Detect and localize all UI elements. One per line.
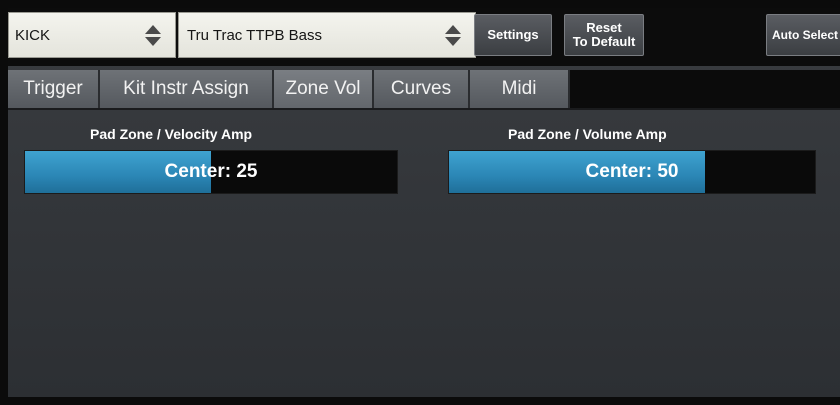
reset-to-default-button[interactable]: Reset To Default	[564, 14, 644, 56]
tab-midi-label: Midi	[501, 78, 537, 99]
settings-button[interactable]: Settings	[474, 14, 552, 56]
tab-trigger[interactable]: Trigger	[8, 70, 100, 108]
tab-bar-empty	[570, 70, 840, 108]
tab-divider	[8, 108, 840, 110]
reset-button-label-line1: Reset	[586, 20, 622, 35]
tab-curves[interactable]: Curves	[374, 70, 470, 108]
tab-kit-instr-assign[interactable]: Kit Instr Assign	[100, 70, 274, 108]
velocity-amp-slider[interactable]: Center: 25	[24, 150, 398, 194]
tab-curves-label: Curves	[390, 78, 452, 99]
auto-select-button[interactable]: Auto Select	[766, 14, 840, 56]
volume-amp-value: Center: 50	[585, 161, 679, 182]
up-down-arrows-icon[interactable]	[443, 22, 463, 48]
tab-kit-instr-assign-label: Kit Instr Assign	[123, 78, 249, 99]
tab-midi[interactable]: Midi	[470, 70, 570, 108]
instrument-selector-value: KICK	[15, 26, 51, 44]
reset-button-label-line2: To Default	[572, 34, 636, 49]
velocity-amp-value: Center: 25	[164, 161, 258, 182]
volume-amp-slider[interactable]: Center: 50	[448, 150, 816, 194]
instrument-selector[interactable]: KICK	[8, 12, 176, 58]
volume-amp-label: Pad Zone / Volume Amp	[508, 126, 667, 142]
up-down-arrows-icon[interactable]	[143, 22, 163, 48]
auto-select-button-label: Auto Select	[771, 28, 838, 42]
settings-button-label: Settings	[487, 27, 539, 42]
kit-selector[interactable]: Tru Trac TTPB Bass	[178, 12, 476, 58]
velocity-amp-label: Pad Zone / Velocity Amp	[90, 126, 253, 142]
kit-selector-value: Tru Trac TTPB Bass	[187, 26, 323, 44]
tab-zone-vol[interactable]: Zone Vol	[274, 70, 374, 108]
trigger-module-screen: KICK Tru Trac TTPB Bass Settings Reset T…	[8, 8, 840, 397]
tab-trigger-label: Trigger	[23, 78, 83, 99]
tab-zone-vol-label: Zone Vol	[285, 78, 361, 99]
